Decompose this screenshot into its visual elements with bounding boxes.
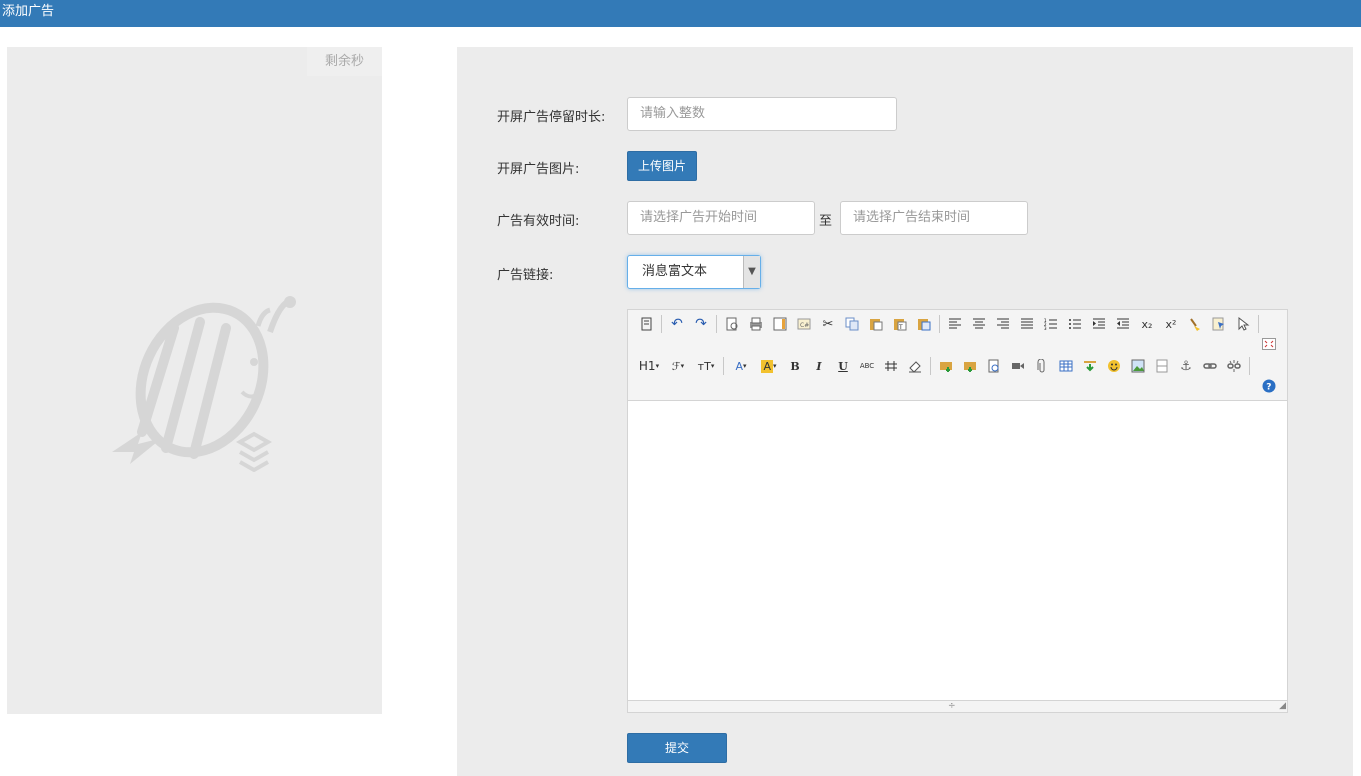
superscript-icon[interactable]: x² [1159, 313, 1183, 335]
placeholder-logo-icon [112, 296, 296, 472]
source-icon[interactable] [634, 313, 658, 335]
font-size-dropdown[interactable]: тT ▾ [692, 355, 720, 377]
page-header: 添加广告 [0, 0, 1361, 27]
copy-icon[interactable] [840, 313, 864, 335]
print-icon[interactable] [744, 313, 768, 335]
toolbar-separator [939, 315, 940, 333]
duration-label: 开屏广告停留时长: [497, 110, 606, 125]
upload-image-button[interactable]: 上传图片 [627, 151, 697, 181]
strikethrough-icon[interactable]: ABC [855, 355, 879, 377]
emoji-icon[interactable] [1102, 355, 1126, 377]
end-time-input[interactable]: 请选择广告结束时间 [840, 201, 1028, 235]
underline-icon[interactable]: U [831, 355, 855, 377]
clear-format-icon[interactable] [1183, 313, 1207, 335]
toolbar-separator [661, 315, 662, 333]
table-icon[interactable] [1054, 355, 1078, 377]
svg-text:T: T [898, 324, 903, 331]
attachment-icon[interactable] [1030, 355, 1054, 377]
resize-handle-icon[interactable]: ◢ [1279, 701, 1286, 712]
toolbar-separator [716, 315, 717, 333]
toolbar-separator [1258, 315, 1259, 333]
svg-text:C#: C# [800, 322, 809, 329]
drag-handle-icon[interactable]: ÷ [948, 701, 956, 712]
image-icon[interactable] [1126, 355, 1150, 377]
font-family-dropdown[interactable]: ℱ ▾ [664, 355, 692, 377]
highlight-color-dropdown[interactable]: A ▾ [755, 355, 783, 377]
select-all-icon[interactable] [1207, 313, 1231, 335]
indent-icon[interactable] [1087, 313, 1111, 335]
cursor-icon[interactable] [1231, 313, 1255, 335]
submit-button[interactable]: 提交 [627, 733, 727, 763]
editor-statusbar: ÷ ◢ [628, 700, 1287, 712]
paste-text-icon[interactable]: T [888, 313, 912, 335]
editor-content-area[interactable] [628, 401, 1287, 701]
heading-label: H1 [638, 359, 656, 373]
insert-row-after-icon[interactable] [958, 355, 982, 377]
period-label: 广告有效时间: [497, 214, 580, 229]
editor-toolbar: ↶ ↷ C# ✂ T 123 x₂ x² H1 ▾ ℱ ▾ тT ▾ A ▾ A… [628, 310, 1287, 401]
ad-preview: 剩余秒 [7, 47, 382, 714]
chevron-down-icon[interactable]: ▼ [743, 256, 760, 288]
help-icon[interactable]: ? [1262, 379, 1276, 397]
toolbar-separator [930, 357, 931, 375]
toolbar-row-2: H1 ▾ ℱ ▾ тT ▾ A ▾ A ▾ B I U ABC ⚓ [634, 354, 1253, 378]
fullscreen-icon[interactable] [1262, 338, 1276, 354]
redo-icon[interactable]: ↷ [689, 313, 713, 335]
font-color-dropdown[interactable]: A ▾ [727, 355, 755, 377]
ordered-list-icon[interactable]: 123 [1039, 313, 1063, 335]
eraser-icon[interactable] [903, 355, 927, 377]
insert-row-before-icon[interactable] [934, 355, 958, 377]
preview-icon[interactable] [720, 313, 744, 335]
bold-icon[interactable]: B [783, 355, 807, 377]
template-icon[interactable] [768, 313, 792, 335]
rich-text-editor: ↶ ↷ C# ✂ T 123 x₂ x² H1 ▾ ℱ ▾ тT ▾ A ▾ A… [627, 309, 1288, 713]
toolbar-separator [723, 357, 724, 375]
link-type-select[interactable]: 消息富文本 ▼ [627, 255, 761, 289]
unlink-icon[interactable] [1222, 355, 1246, 377]
link-icon[interactable] [1198, 355, 1222, 377]
justify-icon[interactable] [1015, 313, 1039, 335]
duration-input[interactable]: 请输入整数 [627, 97, 897, 131]
page-break-icon[interactable] [1078, 355, 1102, 377]
period-separator: 至 [819, 214, 833, 229]
align-center-icon[interactable] [967, 313, 991, 335]
heading-dropdown[interactable]: H1 ▾ [634, 355, 664, 377]
align-right-icon[interactable] [991, 313, 1015, 335]
video-icon[interactable] [1006, 355, 1030, 377]
font-family-label: ℱ [671, 359, 681, 373]
anchor-icon[interactable]: ⚓ [1174, 355, 1198, 377]
toolbar-separator [1249, 357, 1250, 375]
link-label: 广告链接: [497, 268, 554, 283]
ad-form-panel: 开屏广告停留时长: 请输入整数 开屏广告图片: 上传图片 广告有效时间: 请选择… [457, 47, 1353, 776]
insert-image-icon[interactable] [982, 355, 1006, 377]
font-size-label: тT [697, 359, 711, 373]
svg-text:?: ? [1266, 383, 1271, 393]
code-icon[interactable]: C# [792, 313, 816, 335]
cut-icon[interactable]: ✂ [816, 313, 840, 335]
map-icon[interactable] [1150, 355, 1174, 377]
highlight-color-label: A [761, 359, 773, 373]
toolbar-row-1: ↶ ↷ C# ✂ T 123 x₂ x² [634, 312, 1262, 336]
link-type-value: 消息富文本 [642, 264, 708, 279]
paste-icon[interactable] [864, 313, 888, 335]
italic-icon[interactable]: I [807, 355, 831, 377]
image-label: 开屏广告图片: [497, 162, 580, 177]
subscript-icon[interactable]: x₂ [1135, 313, 1159, 335]
undo-icon[interactable]: ↶ [665, 313, 689, 335]
align-left-icon[interactable] [943, 313, 967, 335]
font-color-label: A [735, 359, 743, 373]
unordered-list-icon[interactable] [1063, 313, 1087, 335]
paste-word-icon[interactable] [912, 313, 936, 335]
outdent-icon[interactable] [1111, 313, 1135, 335]
svg-text:3: 3 [1044, 326, 1047, 330]
skip-countdown[interactable]: 剩余秒 [307, 47, 382, 76]
start-time-input[interactable]: 请选择广告开始时间 [627, 201, 815, 235]
page-title: 添加广告 [2, 4, 55, 19]
horizontal-rule-icon[interactable] [879, 355, 903, 377]
